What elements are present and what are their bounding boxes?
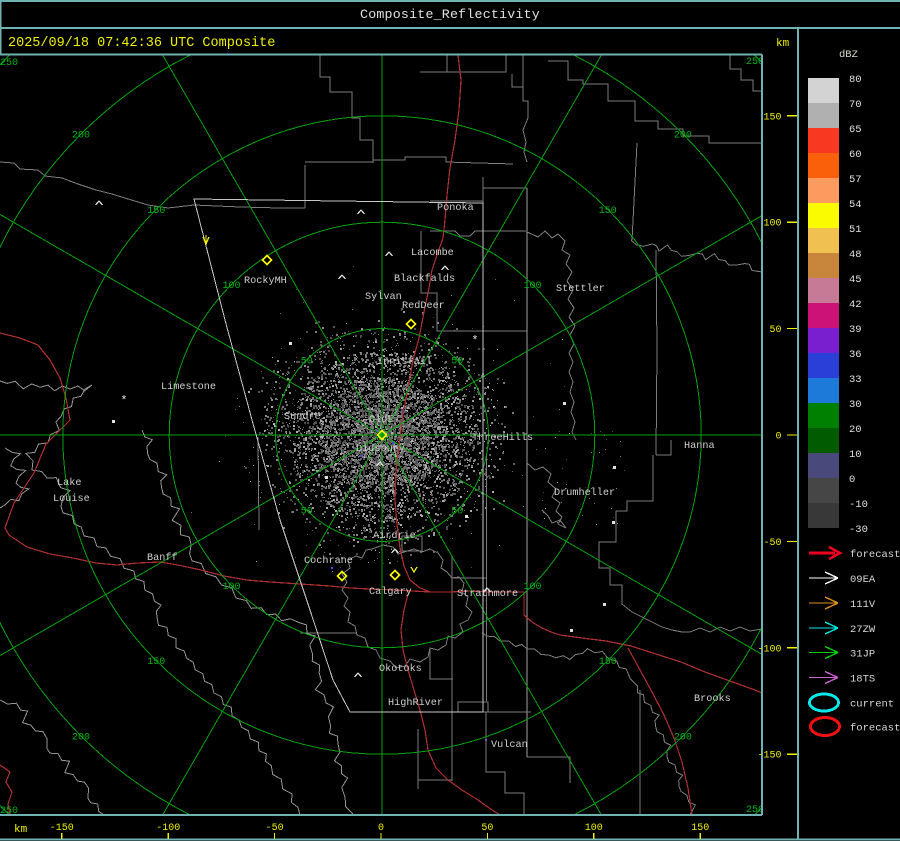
svg-text:Stettler: Stettler [556, 283, 605, 295]
svg-text:150: 150 [599, 657, 617, 668]
svg-text:-30: -30 [849, 524, 868, 536]
svg-text:*: * [471, 334, 478, 348]
svg-text:RockyMH: RockyMH [244, 275, 287, 287]
svg-text:0: 0 [378, 823, 384, 834]
svg-text:Sylvan: Sylvan [365, 291, 402, 303]
svg-text:111V: 111V [850, 599, 876, 611]
svg-text:200: 200 [72, 131, 90, 142]
svg-text:Banff: Banff [147, 552, 178, 564]
svg-text:0: 0 [775, 432, 781, 443]
svg-text:150: 150 [147, 206, 165, 217]
svg-text:forecast: forecast [850, 549, 900, 561]
svg-text:10: 10 [849, 449, 862, 461]
svg-text:150: 150 [691, 823, 709, 834]
svg-text:80: 80 [849, 74, 862, 86]
svg-text:-50: -50 [266, 823, 284, 834]
svg-text:20: 20 [849, 424, 862, 436]
svg-text:Innisfail: Innisfail [377, 356, 432, 368]
svg-text:Olds: Olds [369, 414, 393, 426]
svg-text:36: 36 [849, 349, 862, 361]
svg-text:Cochrane: Cochrane [304, 555, 353, 567]
svg-text:Calgary: Calgary [369, 586, 412, 598]
svg-text:Airdrie: Airdrie [373, 530, 416, 542]
svg-text:forecast: forecast [850, 723, 900, 735]
svg-text:-100: -100 [757, 644, 781, 655]
svg-text:-50: -50 [763, 538, 781, 549]
svg-text:57: 57 [849, 174, 862, 186]
svg-text:Didsbury: Didsbury [356, 443, 405, 455]
svg-text:Vulcan: Vulcan [491, 739, 528, 751]
svg-text:-150: -150 [757, 751, 781, 762]
svg-text:48: 48 [849, 249, 862, 261]
svg-text:Sundre: Sundre [284, 411, 321, 423]
svg-text:Lake: Lake [57, 477, 81, 489]
svg-text:km: km [776, 38, 790, 50]
svg-text:200: 200 [72, 732, 90, 743]
svg-text:65: 65 [849, 124, 862, 136]
svg-text:RedDeer: RedDeer [402, 300, 445, 312]
svg-text:54: 54 [849, 199, 862, 211]
svg-text:dBZ: dBZ [839, 49, 858, 61]
svg-text:Ponoka: Ponoka [437, 202, 474, 214]
svg-text:Strathmore: Strathmore [457, 588, 518, 600]
svg-text:50: 50 [301, 356, 313, 367]
svg-text:current: current [850, 699, 894, 711]
svg-text:Lacombe: Lacombe [411, 247, 454, 259]
svg-text:HighRiver: HighRiver [388, 697, 443, 709]
svg-text:09EA: 09EA [850, 574, 876, 586]
svg-text:150: 150 [763, 112, 781, 123]
svg-text:60: 60 [849, 149, 862, 161]
svg-text:km: km [14, 824, 28, 836]
svg-text:-10: -10 [849, 499, 868, 511]
svg-text:39: 39 [849, 324, 862, 336]
svg-text:150: 150 [147, 657, 165, 668]
svg-text:51: 51 [849, 224, 862, 236]
svg-text:50: 50 [481, 823, 493, 834]
svg-text:18TS: 18TS [850, 674, 875, 686]
svg-text:50: 50 [301, 507, 313, 518]
svg-text:Drumheller: Drumheller [554, 487, 615, 499]
svg-text:Hanna: Hanna [684, 441, 715, 452]
svg-text:33: 33 [849, 374, 862, 386]
svg-text:-100: -100 [156, 823, 180, 834]
svg-text:250: 250 [0, 58, 18, 69]
svg-text:-150: -150 [50, 823, 74, 834]
svg-text:100: 100 [223, 281, 241, 292]
svg-text:50: 50 [451, 507, 463, 518]
svg-text:Composite_Reflectivity: Composite_Reflectivity [360, 7, 540, 22]
svg-text:Limestone: Limestone [161, 381, 216, 393]
svg-text:70: 70 [849, 99, 862, 111]
svg-text:50: 50 [451, 356, 463, 367]
svg-text:45: 45 [849, 274, 862, 286]
svg-text:Blackfalds: Blackfalds [394, 273, 455, 285]
svg-text:100: 100 [223, 582, 241, 593]
svg-text:100: 100 [585, 823, 603, 834]
svg-text:31JP: 31JP [850, 649, 875, 661]
svg-text:42: 42 [849, 299, 862, 311]
svg-text:ThreeHills: ThreeHills [472, 432, 533, 444]
svg-text:27ZW: 27ZW [850, 624, 876, 636]
svg-text:Louise: Louise [53, 493, 90, 505]
svg-text:Okotoks: Okotoks [379, 663, 422, 675]
svg-text:100: 100 [763, 219, 781, 230]
svg-text:150: 150 [599, 206, 617, 217]
svg-text:2025/09/18 07:42:36 UTC Compos: 2025/09/18 07:42:36 UTC Composite [8, 36, 275, 51]
svg-text:30: 30 [849, 399, 862, 411]
svg-text:200: 200 [674, 131, 692, 142]
svg-text:100: 100 [523, 582, 541, 593]
svg-text:200: 200 [674, 732, 692, 743]
svg-text:Brooks: Brooks [694, 693, 731, 705]
svg-text:100: 100 [523, 281, 541, 292]
svg-text:*: * [120, 394, 127, 408]
svg-text:0: 0 [849, 474, 855, 486]
svg-text:50: 50 [769, 325, 781, 336]
